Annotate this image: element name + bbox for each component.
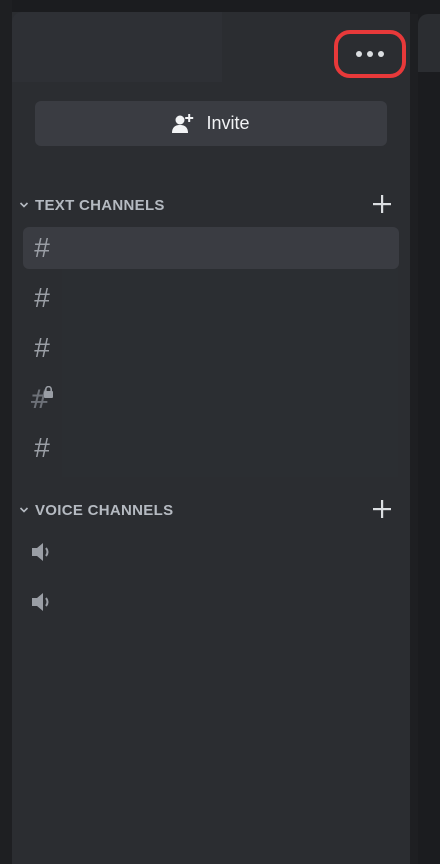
chevron-down-icon [17, 201, 31, 209]
invite-label: Invite [206, 113, 250, 133]
plus-icon [373, 500, 391, 518]
category-label: VOICE CHANNELS [35, 501, 174, 519]
hash-icon: # [34, 282, 50, 313]
hash-icon: # [34, 232, 50, 263]
category-label: TEXT CHANNELS [35, 196, 165, 214]
hash-icon: # [34, 332, 50, 363]
chevron-down-icon [17, 506, 31, 514]
server-list-edge [0, 0, 12, 864]
more-dots-icon [378, 51, 384, 57]
hash-lock-icon: # [23, 377, 61, 419]
channel-item[interactable]: # [23, 427, 399, 469]
channel-item[interactable]: # [23, 227, 399, 269]
server-name-area[interactable] [12, 12, 222, 82]
add-user-icon [172, 113, 194, 133]
channel-sidebar: Invite TEXT CHANNELS # # # # # VOICE CHA… [12, 12, 410, 864]
speaker-icon [23, 581, 61, 623]
channel-item[interactable]: # [23, 277, 399, 319]
more-dots-icon [367, 51, 373, 57]
voice-channel-item[interactable] [23, 531, 399, 573]
category-text-channels[interactable]: TEXT CHANNELS [17, 191, 407, 219]
channel-item[interactable]: # [23, 327, 399, 369]
category-voice-channels[interactable]: VOICE CHANNELS [17, 496, 407, 524]
voice-channel-item[interactable] [23, 581, 399, 623]
more-options-button[interactable] [334, 30, 406, 78]
server-header [12, 12, 410, 82]
hash-icon: # [34, 432, 50, 463]
plus-icon [373, 195, 391, 213]
speaker-icon [23, 531, 61, 573]
add-channel-button[interactable] [370, 192, 394, 216]
channel-item-locked[interactable]: # [23, 377, 399, 419]
chat-pane-edge [418, 0, 440, 864]
chat-pane-header-edge [418, 14, 440, 72]
invite-button[interactable]: Invite [35, 101, 387, 146]
add-channel-button[interactable] [370, 497, 394, 521]
more-dots-icon [356, 51, 362, 57]
